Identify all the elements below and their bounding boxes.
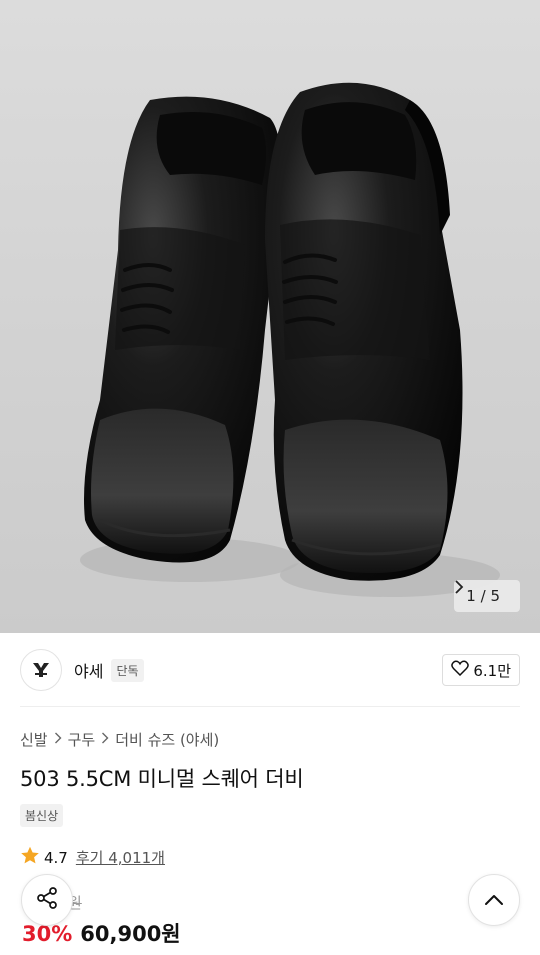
like-button[interactable]: 6.1만 [442,654,520,686]
image-counter-current: 1 [466,587,476,605]
breadcrumb: 신발 구두 더비 슈즈 (야세) [20,729,219,750]
product-tag: 봄신상 [20,804,64,827]
breadcrumb-item[interactable]: 신발 [20,729,48,750]
heart-outline-icon [451,660,470,680]
image-counter-total: 5 [490,587,500,605]
divider [20,706,520,707]
product-title: 503 5.5CM 미니멀 스퀘어 더비 [20,767,304,791]
image-counter[interactable]: 1 / 5 [454,580,520,612]
scroll-top-button[interactable] [468,874,520,926]
like-count: 6.1만 [473,661,511,680]
product-image-carousel[interactable]: 1 / 5 [0,0,540,633]
chevron-up-icon [484,891,504,910]
image-counter-separator: / [480,587,486,605]
rating-value: 4.7 [44,848,68,867]
chevron-right-icon [101,732,109,748]
shoe-product-image [80,82,500,597]
exclusive-badge: 단독 [111,658,144,682]
share-icon [35,886,59,914]
breadcrumb-item[interactable]: 구두 [68,729,96,750]
star-icon [20,846,40,869]
breadcrumb-item[interactable]: 더비 슈즈 (야세) [115,729,219,750]
brand-logo-icon[interactable] [20,649,62,691]
brand-row: 야세 단독 6.1만 [20,646,520,694]
brand-name[interactable]: 야세 [74,658,103,682]
chevron-right-icon [54,732,62,748]
rating-row: 4.7 후기 4,011개 [20,846,165,869]
product-detail-page: 1 / 5 야세 단독 6.1만 신발 구두 더비 슈즈 (야세) 503 5.… [0,0,540,955]
sale-price: 60,900원 [80,922,181,946]
review-count-link[interactable]: 후기 4,011개 [76,847,165,868]
share-button[interactable] [21,874,73,926]
